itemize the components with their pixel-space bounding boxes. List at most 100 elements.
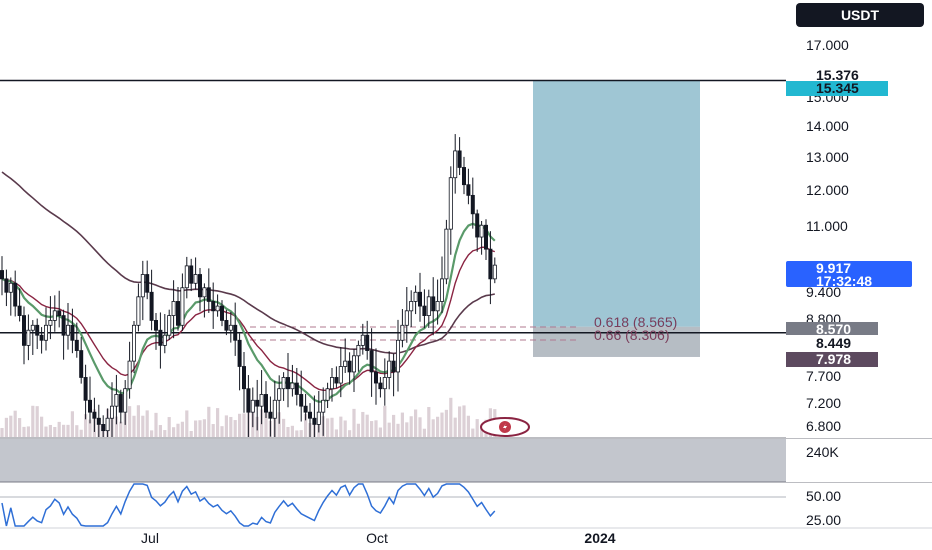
candle-body <box>233 324 238 341</box>
price-tick: 6.800 <box>806 418 841 434</box>
volume-bar <box>449 397 453 437</box>
candle-body <box>189 265 194 284</box>
candle-body <box>167 315 172 336</box>
volume-bar <box>339 416 343 437</box>
fib-label-66: 0.66 (8.306) <box>594 327 670 343</box>
time-label-2024: 2024 <box>584 530 615 546</box>
volume-bar <box>48 424 52 437</box>
lightning-icon[interactable] <box>480 417 530 437</box>
volume-bar <box>462 405 466 437</box>
volume-bar <box>176 423 180 437</box>
volume-bar <box>396 423 400 437</box>
volume-bar <box>57 421 61 437</box>
candle-body <box>382 377 387 390</box>
candle-body <box>426 296 431 316</box>
candle-body <box>140 274 145 298</box>
volume-bar <box>409 416 413 437</box>
candle-body <box>422 305 427 316</box>
volume-bar <box>13 410 17 437</box>
candle-body <box>17 305 22 316</box>
price-tick: 13.000 <box>806 149 849 165</box>
candle-body <box>404 310 409 326</box>
volume-bar <box>282 418 286 437</box>
volume-bar <box>233 420 237 437</box>
current-price-badge: 9.917 17:32:48 <box>786 260 912 289</box>
volume-bar <box>207 406 211 437</box>
volume-bar <box>70 411 74 437</box>
volume-bar <box>286 426 290 437</box>
volume-bar <box>400 412 404 437</box>
candle-body <box>118 394 123 413</box>
bar-countdown: 17:32:48 <box>816 273 872 289</box>
candle-body <box>338 366 343 384</box>
candle-body <box>453 150 458 179</box>
volume-bar <box>44 426 48 437</box>
volume-bar <box>75 425 79 437</box>
volume-bar <box>220 426 224 437</box>
candle-body <box>52 310 57 321</box>
target-value: 15.345 <box>816 80 859 96</box>
candle-body <box>255 399 260 407</box>
volume-bar <box>9 415 13 437</box>
volume-bar <box>330 417 334 437</box>
candle-body <box>263 394 268 413</box>
volume-bar <box>361 411 365 437</box>
volume-bar <box>26 426 30 437</box>
candle-body <box>435 301 440 312</box>
candle-body <box>417 291 422 307</box>
candle-body <box>413 291 418 302</box>
candle-body <box>439 278 444 302</box>
candle-body <box>400 324 405 341</box>
volume-bar <box>295 430 299 437</box>
candle-body <box>13 282 18 307</box>
volume-bar <box>132 415 136 437</box>
volume-bar <box>4 417 8 437</box>
stop-value: 7.978 <box>816 351 851 367</box>
candle-body <box>197 274 202 298</box>
support-badge: 8.449 <box>786 335 878 351</box>
volume-bar <box>427 407 431 437</box>
volume-bar <box>471 428 475 437</box>
volume-bar <box>0 427 4 437</box>
currency-button[interactable]: USDT <box>796 3 924 27</box>
candle-body <box>241 366 246 390</box>
candle-body <box>206 287 211 302</box>
candle-body <box>0 270 4 280</box>
candle-body <box>246 388 251 413</box>
profit-zone <box>533 80 700 327</box>
candle-body <box>387 360 392 378</box>
volume-bar <box>370 421 374 437</box>
candle-body <box>475 213 480 238</box>
candle-body <box>92 411 97 419</box>
rsi-tick: 50.00 <box>806 488 841 504</box>
candle-body <box>66 324 71 336</box>
price-tick: 17.000 <box>806 37 849 53</box>
candle-body <box>88 399 93 413</box>
candle-body <box>211 301 216 312</box>
volume-bar <box>141 415 145 437</box>
candle-body <box>351 355 356 373</box>
volume-bar <box>66 424 70 437</box>
volume-bar <box>180 421 184 437</box>
candle-body <box>162 334 167 346</box>
candle-body <box>136 296 141 326</box>
candle-body <box>461 167 466 186</box>
volume-bar <box>189 430 193 437</box>
volume-bar <box>466 415 470 437</box>
volume-bar <box>150 430 154 437</box>
candle-body <box>193 274 198 284</box>
volume-bar <box>145 410 149 437</box>
volume-bar <box>202 419 206 437</box>
candle-body <box>444 228 449 280</box>
candle-body <box>395 339 400 373</box>
candle-body <box>492 264 497 280</box>
candle-body <box>171 301 176 316</box>
candle-body <box>145 274 150 293</box>
candle-body <box>35 324 40 336</box>
volume-bar <box>128 406 132 437</box>
candle-body <box>483 224 488 250</box>
candle-body <box>470 194 475 215</box>
candle-body <box>83 377 88 401</box>
candle-body <box>39 334 44 341</box>
candle-body <box>356 344 361 357</box>
